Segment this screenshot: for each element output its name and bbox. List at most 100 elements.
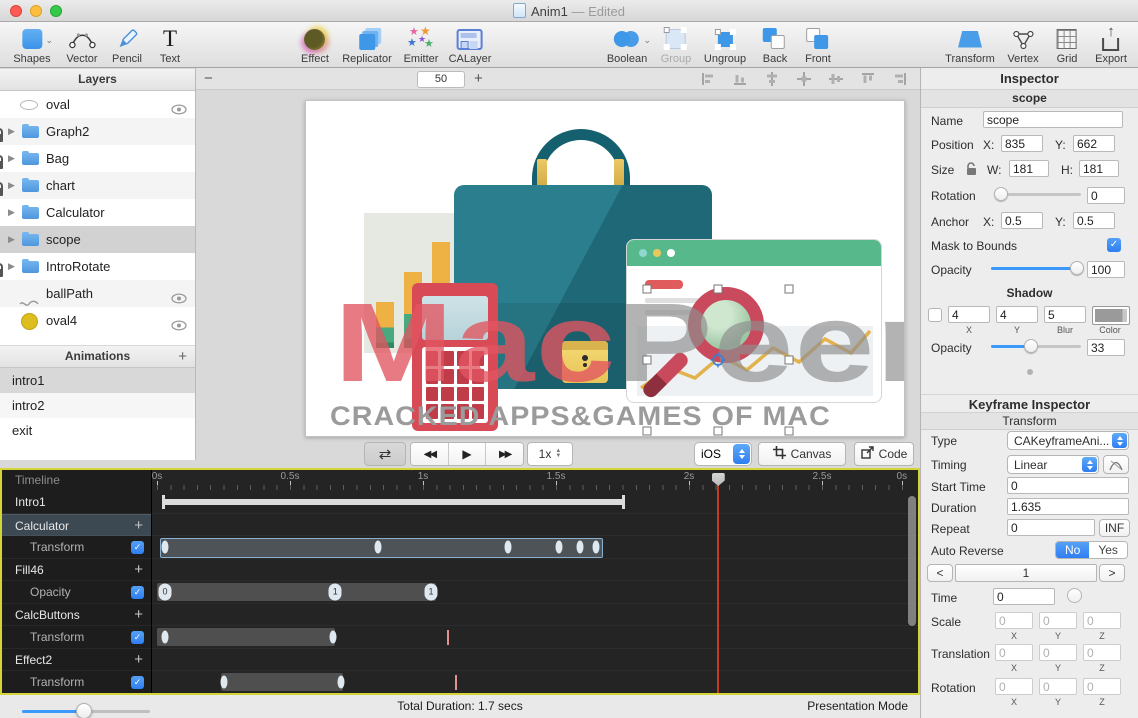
- shadow-opacity-slider[interactable]: [991, 339, 1081, 353]
- auto-reverse-yes[interactable]: Yes: [1089, 542, 1127, 558]
- keyframe-tick[interactable]: [447, 630, 449, 645]
- translation-z-field[interactable]: [1083, 644, 1121, 661]
- selection-handle[interactable]: [643, 427, 652, 436]
- track-row[interactable]: [152, 626, 918, 649]
- selection-handle[interactable]: [785, 285, 794, 294]
- timeline-row-transform2[interactable]: Transform: [2, 626, 151, 649]
- animation-row-intro2[interactable]: intro2: [0, 393, 195, 418]
- position-x-field[interactable]: [1001, 135, 1043, 152]
- track-row[interactable]: [152, 649, 918, 672]
- time-field[interactable]: [993, 588, 1055, 605]
- add-track-button[interactable]: +: [134, 515, 143, 538]
- rotation-field[interactable]: [1087, 187, 1125, 204]
- opacity-field[interactable]: [1087, 261, 1125, 278]
- timeline-row-effect2[interactable]: Effect2+: [2, 649, 151, 672]
- selection-handle[interactable]: [785, 356, 794, 365]
- disclosure-triangle-icon[interactable]: ▶: [8, 199, 15, 226]
- track-row[interactable]: [152, 604, 918, 627]
- selection-handle[interactable]: [714, 285, 723, 294]
- layer-row-bag[interactable]: ▶ Bag: [0, 145, 195, 172]
- presentation-mode-label[interactable]: Presentation Mode: [807, 699, 908, 713]
- scale-z-field[interactable]: [1083, 612, 1121, 629]
- keyframe-marker[interactable]: [161, 540, 168, 553]
- track-row[interactable]: [152, 514, 918, 537]
- size-lock-icon[interactable]: [965, 162, 975, 174]
- shadow-opacity-field[interactable]: [1087, 339, 1125, 356]
- layer-row-oval4[interactable]: oval4: [0, 307, 195, 334]
- toolbar-ungroup[interactable]: Ungroup: [704, 25, 746, 65]
- layer-row-ballpath[interactable]: ballPath: [0, 280, 195, 307]
- keyframe-marker[interactable]: [329, 630, 336, 643]
- fast-forward-button[interactable]: ▶▶: [486, 443, 523, 465]
- anchor-crosshair-icon[interactable]: [711, 353, 726, 368]
- align-top-icon[interactable]: [861, 72, 875, 86]
- layer-row-chart[interactable]: ▶ chart: [0, 172, 195, 199]
- panel-splitter[interactable]: [1027, 369, 1033, 375]
- toolbar-export[interactable]: ↑ Export: [1095, 25, 1127, 65]
- size-h-field[interactable]: [1079, 160, 1119, 177]
- repeat-field[interactable]: [1007, 519, 1095, 536]
- animation-row-intro1[interactable]: intro1: [0, 368, 195, 393]
- selection-handle[interactable]: [714, 427, 723, 436]
- keyframe-marker[interactable]: [220, 675, 227, 688]
- keyframe-marker[interactable]: 1: [329, 583, 342, 600]
- timeline-row-opacity[interactable]: Opacity: [2, 581, 151, 604]
- timeline-vertical-scrollbar[interactable]: [908, 496, 916, 626]
- add-track-button[interactable]: +: [134, 604, 143, 627]
- keyframe-marker[interactable]: [374, 540, 381, 553]
- keyframe-marker[interactable]: [555, 540, 562, 553]
- toolbar-pencil[interactable]: Pencil: [112, 25, 142, 65]
- track-enabled-checkbox[interactable]: [131, 676, 144, 689]
- disclosure-triangle-icon[interactable]: ▶: [8, 172, 15, 199]
- keyframe-marker[interactable]: 1: [424, 583, 437, 600]
- track-enabled-checkbox[interactable]: [131, 631, 144, 644]
- keyframe-index-field[interactable]: 1: [955, 564, 1097, 582]
- infinite-repeat-button[interactable]: INF: [1099, 519, 1130, 537]
- duration-field[interactable]: [1007, 498, 1129, 515]
- timeline-row-fill46[interactable]: Fill46+: [2, 559, 151, 582]
- disclosure-triangle-icon[interactable]: ▶: [8, 118, 15, 145]
- toolbar-transform[interactable]: Transform: [945, 25, 995, 65]
- keyframe-marker[interactable]: [505, 540, 512, 553]
- shadow-color-well[interactable]: [1092, 306, 1130, 325]
- scale-y-field[interactable]: [1039, 612, 1077, 629]
- translation-x-field[interactable]: [995, 644, 1033, 661]
- selection-handle[interactable]: [643, 356, 652, 365]
- toolbar-text[interactable]: T Text: [160, 25, 180, 65]
- rotation-z-field[interactable]: [1083, 678, 1121, 695]
- timeline-row-transform[interactable]: Transform: [2, 536, 151, 559]
- align-right-icon[interactable]: [893, 72, 907, 86]
- timeline-row-transform3[interactable]: Transform: [2, 671, 151, 694]
- code-mode-button[interactable]: Code: [854, 442, 914, 466]
- toolbar-replicator[interactable]: Replicator: [342, 25, 392, 65]
- align-left-icon[interactable]: [701, 72, 715, 86]
- keyframe-bar[interactable]: [157, 628, 335, 646]
- track-enabled-checkbox[interactable]: [131, 541, 144, 554]
- keyframe-bar[interactable]: [157, 583, 436, 601]
- disclosure-triangle-icon[interactable]: ▶: [8, 145, 15, 172]
- keyframe-bar[interactable]: [160, 538, 604, 558]
- type-select[interactable]: CAKeyframeAni...: [1007, 431, 1129, 450]
- translation-y-field[interactable]: [1039, 644, 1077, 661]
- previous-keyframe-button[interactable]: <: [927, 564, 953, 582]
- zoom-in-button[interactable]: +: [474, 70, 483, 87]
- layer-row-introrotate[interactable]: ▶ IntroRotate: [0, 253, 195, 280]
- time-radio[interactable]: [1067, 588, 1082, 603]
- keyframe-marker[interactable]: [592, 540, 599, 553]
- track-enabled-checkbox[interactable]: [131, 586, 144, 599]
- mask-to-bounds-checkbox[interactable]: [1107, 238, 1121, 252]
- toolbar-emitter[interactable]: ★★★★★ Emitter: [404, 25, 439, 65]
- track-row[interactable]: 0 1 1: [152, 581, 918, 604]
- shadow-y-field[interactable]: [996, 306, 1038, 323]
- track-row[interactable]: [152, 536, 918, 559]
- next-keyframe-button[interactable]: >: [1099, 564, 1125, 582]
- layer-row-graph2[interactable]: ▶ Graph2: [0, 118, 195, 145]
- layer-row-scope[interactable]: ▶ scope: [0, 226, 195, 253]
- rotation-y-field[interactable]: [1039, 678, 1077, 695]
- toolbar-back[interactable]: Back: [763, 25, 787, 65]
- toolbar-boolean[interactable]: ⌄ Boolean: [607, 25, 647, 65]
- rewind-button[interactable]: ◀◀: [411, 443, 449, 465]
- keyframe-marker[interactable]: 0: [158, 583, 171, 600]
- track-row[interactable]: [152, 559, 918, 582]
- lock-icon[interactable]: [0, 263, 3, 277]
